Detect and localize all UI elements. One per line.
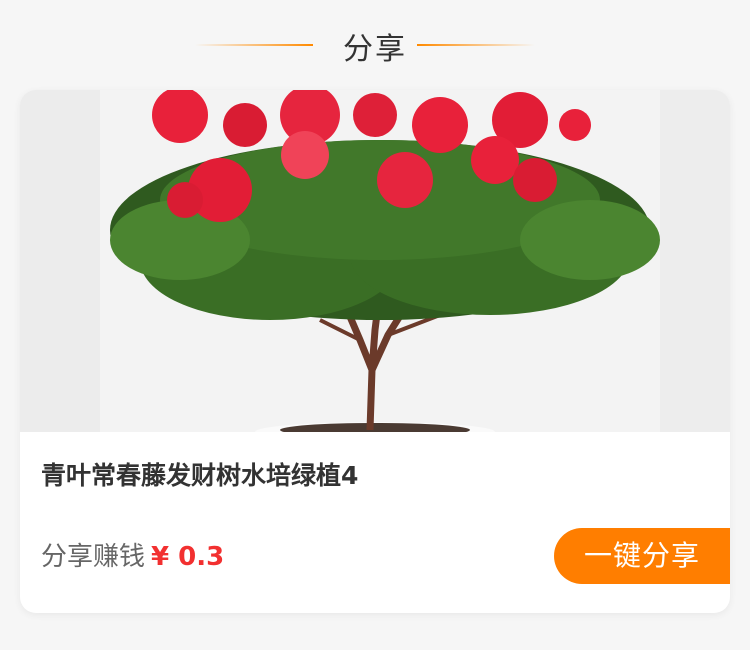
page-title: 分享 [343,32,407,67]
earn-label: 分享赚钱 [41,542,146,572]
product-image [20,90,730,442]
one-click-share-button[interactable]: 一键分享 [554,528,730,584]
share-price: ¥ 0.3 [151,542,225,572]
page-header: 分享 [0,0,750,90]
header-divider-right [417,44,535,46]
product-card: 青叶常春藤发财树水培绿植4 分享赚钱 ¥ 0.3 一键分享 [20,90,730,613]
product-name: 青叶常春藤发财树水培绿植4 [41,461,359,490]
earn-info: 分享赚钱 ¥ 0.3 [41,540,224,574]
